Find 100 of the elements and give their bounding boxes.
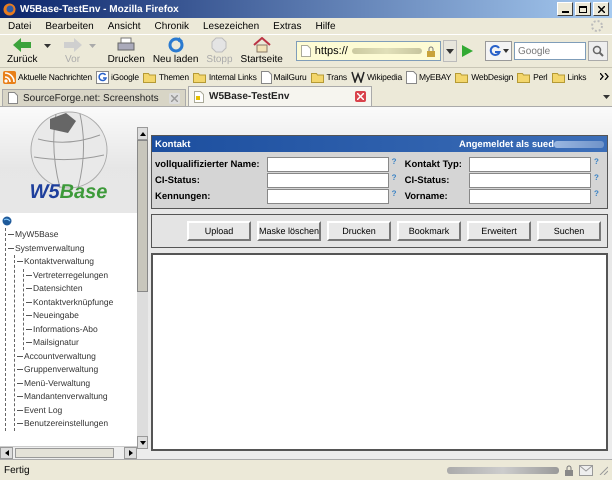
throbber-icon [590, 19, 604, 33]
padlock-icon [426, 46, 436, 56]
more-bookmarks-button[interactable] [600, 72, 609, 82]
mail-icon [579, 464, 593, 476]
tree-item[interactable]: Informations-Abo [33, 322, 98, 336]
scroll-up-icon[interactable] [140, 132, 146, 136]
page-icon [260, 70, 272, 84]
search-field[interactable]: Google [514, 42, 586, 60]
scroll-down-icon[interactable] [140, 440, 146, 444]
field-label: Vorname: [404, 191, 449, 202]
g-logo-icon [96, 70, 109, 84]
bookmark-item[interactable]: Trans [310, 72, 347, 82]
menu-item[interactable]: Lesezeichen [203, 20, 260, 32]
toolbar-button[interactable]: Startseite [238, 37, 286, 65]
tree-item[interactable]: Kontaktverwaltung [24, 255, 94, 268]
field-label: CI-Status: [155, 175, 201, 186]
dropdown-caret-icon [503, 49, 509, 53]
bookmark-item[interactable]: Themen [142, 72, 189, 82]
bookmark-item[interactable]: Internal Links [192, 72, 257, 82]
action-button[interactable]: Bookmark [397, 221, 461, 241]
action-button[interactable]: Erweitert [467, 221, 531, 241]
field-label: Kennungen: [155, 191, 212, 202]
input-field[interactable] [468, 189, 591, 204]
toolbar-button[interactable]: Drucken [104, 37, 148, 65]
tree-item[interactable]: Accountverwaltung [24, 350, 96, 363]
action-button[interactable]: Suchen [537, 221, 601, 241]
maximize-button[interactable] [575, 2, 591, 16]
browser-tab[interactable]: W5Base-TestEnv [188, 86, 372, 106]
tree-item[interactable]: Datensichten [33, 282, 83, 296]
close-icon [598, 6, 604, 12]
action-button[interactable]: Drucken [327, 221, 391, 241]
menu-item[interactable]: Hilfe [316, 20, 336, 32]
folder-icon [517, 72, 532, 82]
bookmark-item[interactable]: iGoogle [96, 70, 139, 84]
input-field[interactable] [468, 157, 591, 172]
action-button[interactable]: Upload [187, 221, 251, 241]
tree-item[interactable]: Mandantenverwaltung [24, 390, 108, 404]
tab-close-button[interactable] [355, 91, 366, 102]
toolbar-button[interactable]: Zurück [4, 37, 58, 65]
tree-item[interactable]: Benutzereinstellungen [24, 417, 108, 430]
feed-icon [3, 70, 16, 84]
input-field[interactable] [266, 173, 389, 188]
firefox-icon [3, 2, 16, 16]
page-icon [406, 70, 417, 84]
dropdown-caret-icon[interactable] [44, 44, 51, 48]
tree-item[interactable]: MyW5Base [15, 228, 58, 242]
dropdown-caret-icon[interactable] [443, 40, 457, 62]
menu-item[interactable]: Ansicht [108, 20, 141, 32]
bookmark-item[interactable]: MyEBAY [406, 70, 452, 84]
close-button[interactable] [593, 2, 609, 16]
input-field[interactable] [468, 173, 591, 188]
address-field[interactable]: https:// [296, 41, 441, 61]
w-logo-icon [350, 71, 365, 83]
tree-item[interactable]: Systemverwaltung [15, 242, 84, 255]
search-button[interactable] [588, 41, 608, 61]
close-icon [357, 93, 364, 100]
action-button[interactable]: Maske löschen [257, 221, 321, 241]
loading-page-icon [194, 90, 204, 102]
tree-item[interactable]: Event Log [24, 404, 62, 417]
padlock-icon [564, 464, 574, 476]
tree-item[interactable]: Vertreterregelungen [33, 268, 108, 282]
resize-grip-icon [598, 465, 608, 475]
home-icon [252, 37, 271, 53]
bookmark-item[interactable]: Perl [517, 72, 548, 82]
page-icon [300, 45, 311, 57]
scroll-left-icon[interactable] [4, 450, 8, 456]
chevron-icon [600, 73, 609, 80]
window-title: W5Base-TestEnv - Mozilla Firefox [20, 4, 179, 14]
tree-item[interactable]: Kontaktverknüpfunge [33, 296, 114, 309]
search-engine-button[interactable] [485, 41, 512, 61]
tree-item[interactable]: Mailsignatur [33, 336, 79, 350]
scroll-right-icon[interactable] [128, 450, 132, 456]
folder-icon [192, 72, 207, 82]
vertical-scrollbar[interactable] [137, 127, 148, 449]
input-field[interactable] [266, 157, 389, 172]
bookmark-item[interactable]: Aktuelle Nachrichten [3, 70, 92, 84]
bookmark-item[interactable]: Links [552, 72, 586, 82]
horizontal-scrollbar[interactable] [0, 446, 137, 459]
tree-item[interactable]: Menü-Verwaltung [24, 376, 90, 390]
forward-arrow-icon [62, 37, 83, 53]
menu-item[interactable]: Bearbeiten [45, 20, 94, 32]
browser-tab[interactable]: SourceForge.net: Screenshots [2, 89, 186, 106]
bookmark-item[interactable]: WebDesign [455, 72, 514, 82]
bookmark-item[interactable]: Wikipedia [350, 71, 402, 83]
input-field[interactable] [266, 189, 389, 204]
tree-item[interactable]: Gruppenverwaltung [24, 363, 98, 376]
menu-item[interactable]: Chronik [154, 20, 189, 32]
panel-title: Kontakt [155, 138, 190, 150]
field-label: CI-Status: [404, 175, 450, 186]
logo-text: W5Base [30, 181, 108, 203]
tree-item[interactable]: Neueingabe [33, 309, 79, 322]
folder-icon [455, 72, 470, 82]
folder-icon [552, 72, 566, 82]
folder-icon [310, 72, 325, 82]
reload-icon [166, 37, 185, 53]
menu-item[interactable]: Datei [8, 20, 32, 32]
minimize-button[interactable] [557, 2, 573, 16]
bookmark-item[interactable]: MailGuru [260, 70, 307, 84]
menu-item[interactable]: Extras [273, 20, 302, 32]
toolbar-button[interactable]: Neu laden [150, 37, 202, 65]
